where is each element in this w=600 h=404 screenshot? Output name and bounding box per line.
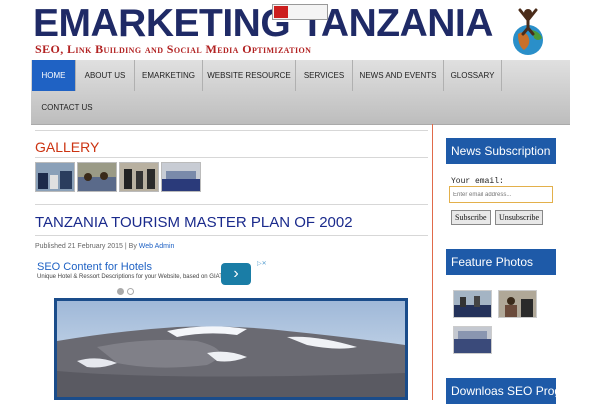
site-tagline: SEO, Link Building and Social Media Opti… xyxy=(35,42,312,56)
pagination-dot[interactable] xyxy=(127,288,134,295)
divider xyxy=(35,157,428,158)
email-label: Your email: xyxy=(451,177,504,186)
nav-item-glossary[interactable]: Glossary xyxy=(444,60,502,91)
pagination-dot[interactable] xyxy=(117,288,124,295)
ad-arrow-button[interactable]: › xyxy=(221,263,251,285)
article-photo xyxy=(54,298,408,400)
site-header: EMARKETING TANZANIA SEO, Link Building a… xyxy=(0,0,600,60)
email-field[interactable] xyxy=(449,186,553,203)
feature-photo[interactable] xyxy=(453,290,492,318)
downloads-heading: Downloas SEO Prog xyxy=(446,378,556,404)
nav-item-news-and-events[interactable]: News and Events xyxy=(353,60,444,91)
author-link[interactable]: Web Admin xyxy=(139,243,175,250)
nav-item-contact-us[interactable]: Contact Us xyxy=(32,92,102,123)
ad-title[interactable]: SEO Content for Hotels xyxy=(37,261,152,273)
gallery-thumbnail[interactable] xyxy=(161,162,201,192)
unsubscribe-button[interactable]: Unsubscribe xyxy=(495,210,543,225)
badge-flag-icon xyxy=(274,6,288,18)
divider xyxy=(35,130,428,131)
nav-item-website-resource[interactable]: Website Resource xyxy=(203,60,296,91)
nav-item-services[interactable]: Services xyxy=(296,60,353,91)
nav-item-home[interactable]: Home xyxy=(32,60,76,91)
feature-photo[interactable] xyxy=(498,290,537,318)
content-divider xyxy=(432,124,433,400)
feature-photos-heading: Feature Photos xyxy=(446,249,556,275)
feature-photo[interactable] xyxy=(453,326,492,354)
ad-close-icon[interactable]: ▷✕ xyxy=(257,260,267,267)
nav-item-about-us[interactable]: About Us xyxy=(76,60,135,91)
gallery-thumbnail[interactable] xyxy=(119,162,159,192)
news-subscription-heading: News Subscription xyxy=(446,138,556,164)
gallery-thumbnail[interactable] xyxy=(77,162,117,192)
subscribe-button[interactable]: Subscribe xyxy=(451,210,491,225)
article-meta: Published 21 February 2015 | By Web Admi… xyxy=(35,243,174,250)
ad-banner[interactable]: SEO Content for Hotels Unique Hotel & Re… xyxy=(35,259,269,289)
site-title[interactable]: EMARKETING TANZANIA xyxy=(33,2,493,46)
globe-logo-icon xyxy=(513,8,543,55)
main-nav: Home About Us Emarketing Website Resourc… xyxy=(31,60,570,125)
gallery-thumbnail[interactable] xyxy=(35,162,75,192)
gallery-title: GALLERY xyxy=(35,139,100,155)
published-date: Published 21 February 2015 | By xyxy=(35,243,139,250)
badge-logo[interactable] xyxy=(272,4,328,20)
article-title[interactable]: TANZANIA TOURISM MASTER PLAN OF 2002 xyxy=(35,214,353,231)
divider xyxy=(35,204,428,205)
nav-item-emarketing[interactable]: Emarketing xyxy=(135,60,203,91)
divider xyxy=(35,235,428,236)
ad-text: Unique Hotel & Ressort Descriptions for … xyxy=(37,274,227,280)
